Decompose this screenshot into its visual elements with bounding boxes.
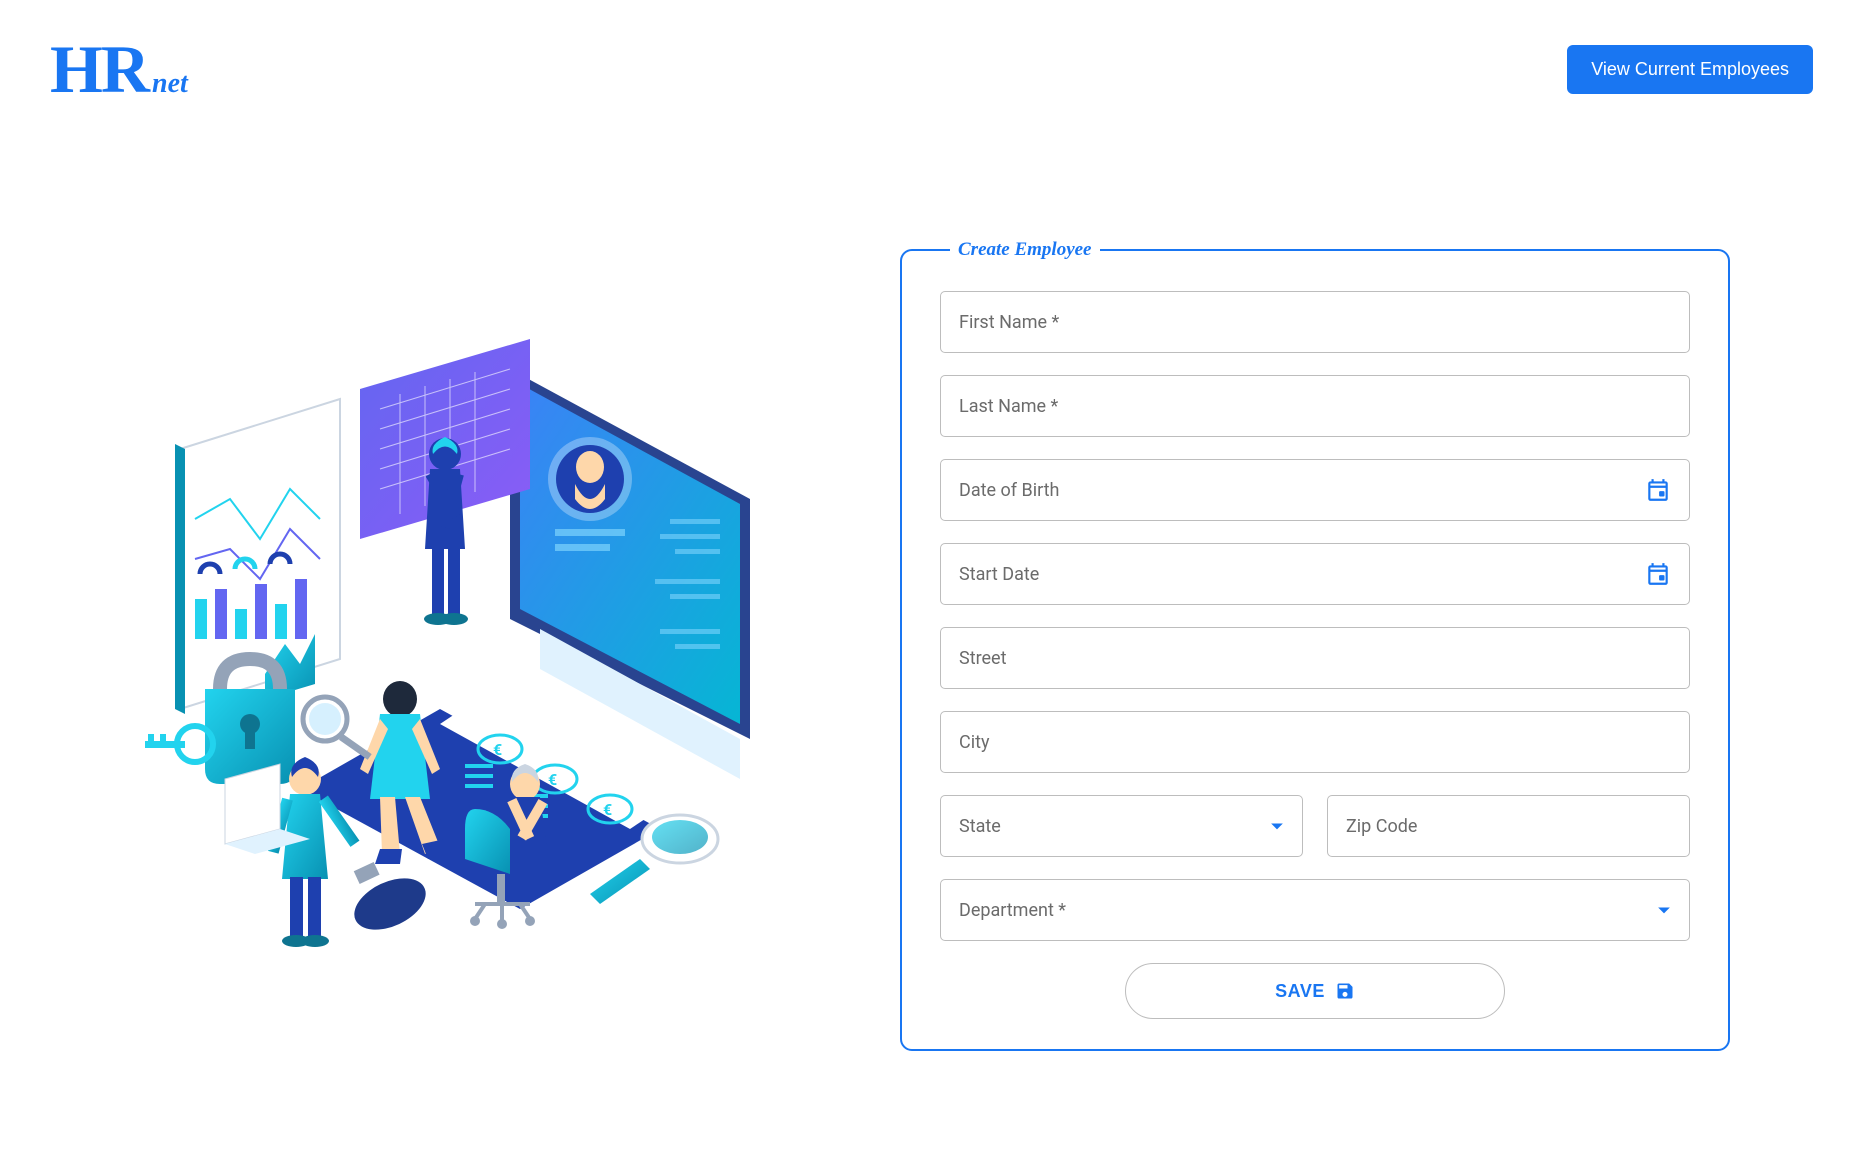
start-date-field[interactable]: Start Date [940, 543, 1690, 605]
logo-hr-text: HR [50, 30, 148, 109]
street-field[interactable]: Street [940, 627, 1690, 689]
dob-input[interactable] [959, 480, 1671, 501]
last-name-field[interactable]: Last Name * [940, 375, 1690, 437]
form-legend: Create Employee [950, 239, 1100, 261]
first-name-field[interactable]: First Name * [940, 291, 1690, 353]
svg-text:€: € [603, 800, 612, 819]
view-employees-button[interactable]: View Current Employees [1567, 45, 1813, 94]
save-icon [1335, 981, 1355, 1001]
zip-code-field[interactable]: Zip Code [1327, 795, 1690, 857]
svg-text:€: € [493, 740, 502, 759]
zip-input[interactable] [1346, 816, 1671, 837]
city-input[interactable] [959, 732, 1671, 753]
department-label: Department * [959, 900, 1066, 921]
chevron-down-icon [1270, 816, 1284, 837]
main-content: € € € [0, 139, 1873, 1091]
form-container: Create Employee First Name * Last Name *… [900, 239, 1730, 1051]
view-employees-label: View Current Employees [1591, 59, 1789, 79]
logo[interactable]: HR net [50, 30, 188, 109]
save-button[interactable]: SAVE [1125, 963, 1505, 1019]
state-field[interactable]: State [940, 795, 1303, 857]
logo-net-text: net [152, 68, 188, 100]
last-name-input[interactable] [959, 396, 1671, 417]
street-input[interactable] [959, 648, 1671, 669]
isometric-illustration-svg: € € € [100, 319, 820, 969]
header: HR net View Current Employees [0, 0, 1873, 139]
state-label: State [959, 816, 1001, 837]
chevron-down-icon [1657, 900, 1671, 921]
create-employee-form: Create Employee First Name * Last Name *… [900, 239, 1730, 1051]
start-date-input[interactable] [959, 564, 1671, 585]
department-field[interactable]: Department * [940, 879, 1690, 941]
svg-text:€: € [548, 770, 557, 789]
city-field[interactable]: City [940, 711, 1690, 773]
first-name-input[interactable] [959, 312, 1671, 333]
date-of-birth-field[interactable]: Date of Birth [940, 459, 1690, 521]
state-zip-row: State Zip Code [940, 795, 1690, 879]
calendar-icon[interactable] [1645, 477, 1671, 503]
hero-illustration: € € € [100, 319, 820, 969]
save-label: SAVE [1275, 981, 1325, 1002]
calendar-icon[interactable] [1645, 561, 1671, 587]
